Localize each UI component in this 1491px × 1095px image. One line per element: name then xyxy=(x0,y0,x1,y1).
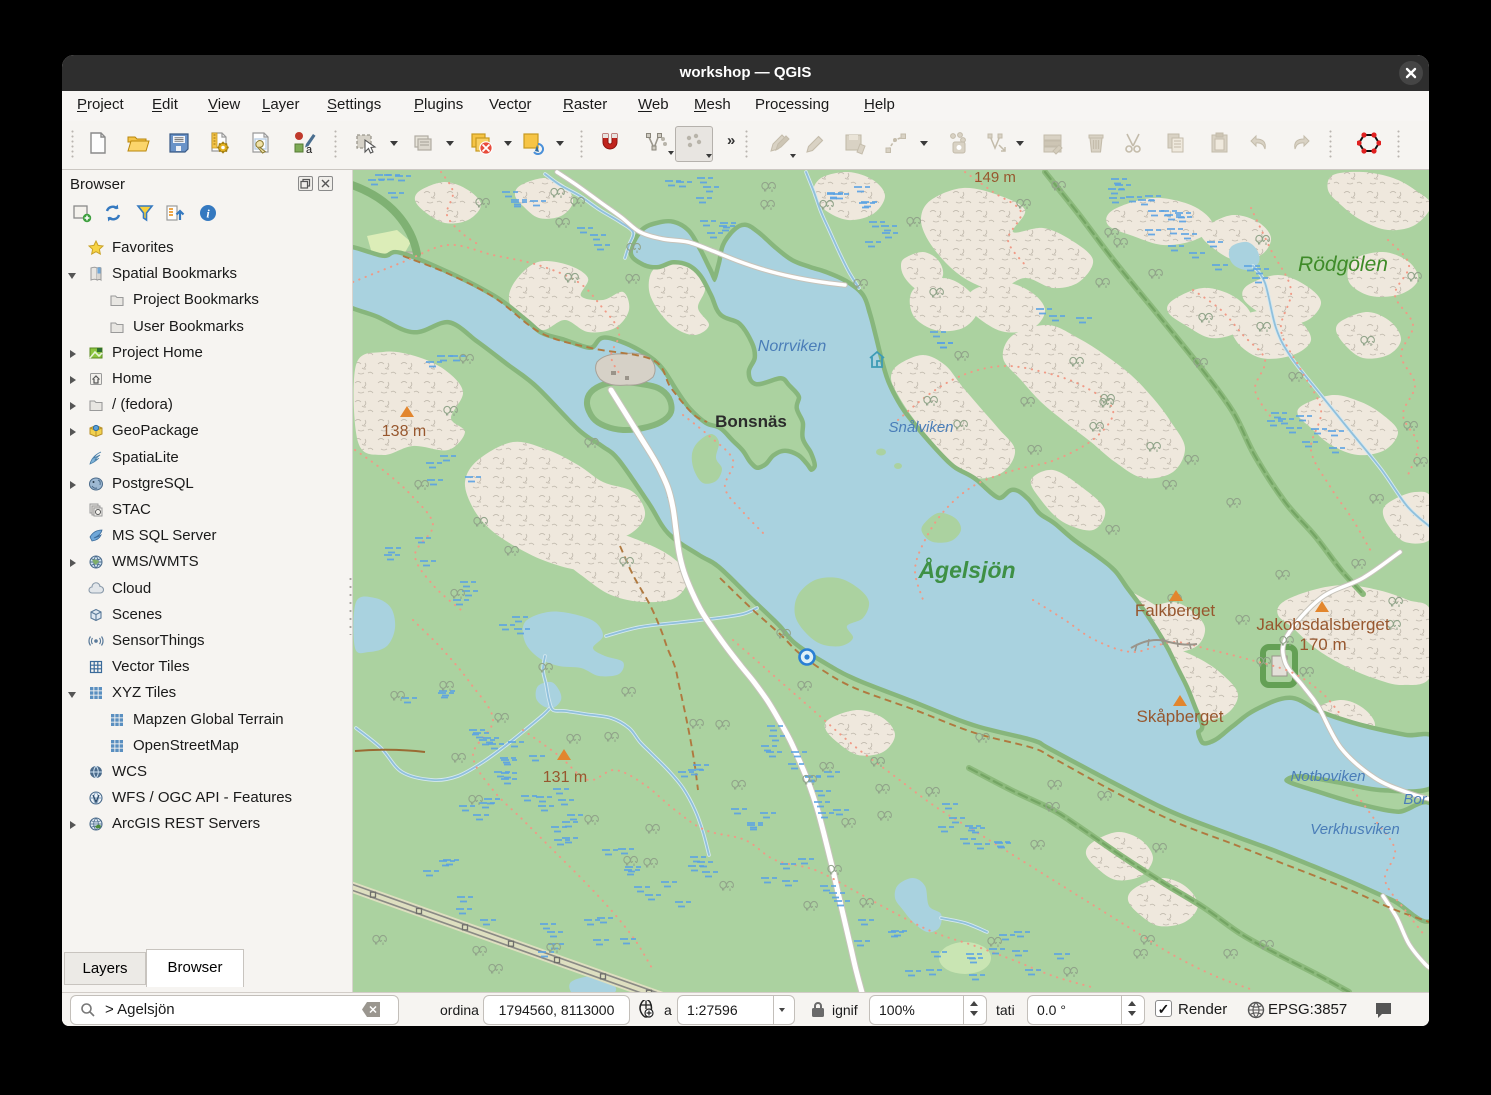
svg-text:170 m: 170 m xyxy=(1299,635,1346,654)
svg-text:Verkhusviken: Verkhusviken xyxy=(1310,821,1400,838)
svg-text:Rödgölen: Rödgölen xyxy=(1298,253,1388,276)
svg-text:Jakobsdalsberget: Jakobsdalsberget xyxy=(1256,615,1390,634)
svg-text:Bor: Bor xyxy=(1403,791,1427,808)
svg-text:Ågelsjön: Ågelsjön xyxy=(917,557,1015,583)
svg-text:Snålviken: Snålviken xyxy=(888,419,953,436)
svg-text:Bonsnäs: Bonsnäs xyxy=(715,412,787,431)
svg-text:Falkberget: Falkberget xyxy=(1135,601,1216,620)
svg-text:Norrviken: Norrviken xyxy=(758,338,827,355)
svg-text:131 m: 131 m xyxy=(543,769,587,786)
svg-text:Notboviken: Notboviken xyxy=(1290,768,1365,785)
svg-text:Skåpberget: Skåpberget xyxy=(1137,707,1224,726)
svg-text:149 m: 149 m xyxy=(974,170,1016,186)
svg-text:138 m: 138 m xyxy=(382,423,426,440)
svg-text:a: a xyxy=(306,144,313,155)
